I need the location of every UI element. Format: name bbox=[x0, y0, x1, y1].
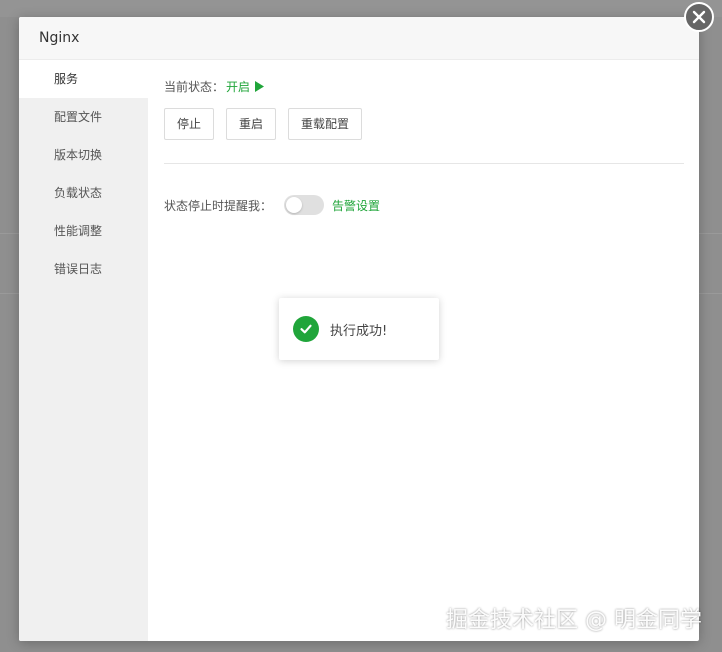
alert-toggle[interactable] bbox=[284, 195, 325, 215]
sidebar-item-service[interactable]: 服务 bbox=[19, 60, 148, 98]
dialog-title: Nginx bbox=[39, 30, 80, 46]
toast-message: 执行成功! bbox=[330, 323, 388, 339]
sidebar-item-label: 负载状态 bbox=[54, 186, 103, 200]
background-page-band bbox=[0, 0, 722, 17]
status-label: 当前状态： bbox=[164, 80, 225, 94]
sidebar-item-config-file[interactable]: 配置文件 bbox=[19, 98, 148, 136]
alert-settings-link[interactable]: 告警设置 bbox=[332, 197, 380, 214]
sidebar-item-label: 版本切换 bbox=[54, 148, 103, 162]
sidebar-item-label: 错误日志 bbox=[54, 262, 103, 276]
status-value: 开启 bbox=[226, 80, 251, 94]
restart-button[interactable]: 重启 bbox=[226, 108, 277, 140]
success-toast: 执行成功! bbox=[279, 298, 439, 360]
play-icon bbox=[255, 81, 265, 92]
alert-label: 状态停止时提醒我： bbox=[164, 198, 273, 213]
sidebar-item-label: 服务 bbox=[54, 72, 79, 86]
sidebar-item-label: 配置文件 bbox=[54, 110, 103, 124]
watermark: 掘金技术社区 @ 明金同学 bbox=[446, 608, 702, 633]
sidebar-item-load-status[interactable]: 负载状态 bbox=[19, 174, 148, 212]
toggle-knob bbox=[286, 197, 303, 213]
sidebar-item-performance[interactable]: 性能调整 bbox=[19, 212, 148, 250]
dialog-header: Nginx bbox=[19, 17, 699, 60]
sidebar-item-label: 性能调整 bbox=[54, 224, 103, 238]
check-circle-icon bbox=[293, 316, 319, 342]
service-actions: 停止 重启 重载配置 bbox=[164, 108, 374, 140]
stop-button[interactable]: 停止 bbox=[164, 108, 215, 140]
sidebar-item-version-switch[interactable]: 版本切换 bbox=[19, 136, 148, 174]
stop-alert-setting: 状态停止时提醒我： 告警设置 bbox=[164, 195, 380, 215]
dialog-sidebar: 服务 配置文件 版本切换 负载状态 性能调整 错误日志 bbox=[19, 60, 148, 641]
section-divider bbox=[164, 163, 684, 164]
service-status: 当前状态： 开启 bbox=[164, 78, 265, 95]
reload-config-button[interactable]: 重载配置 bbox=[288, 108, 363, 140]
close-dialog-button[interactable] bbox=[684, 2, 714, 32]
sidebar-item-error-log[interactable]: 错误日志 bbox=[19, 250, 148, 288]
close-icon bbox=[692, 10, 706, 24]
